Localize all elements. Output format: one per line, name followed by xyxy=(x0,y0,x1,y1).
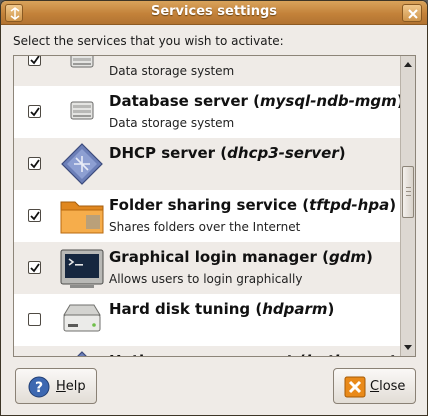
service-name: Database server (mysql-ndb-mgm) xyxy=(109,92,401,110)
help-label: elp xyxy=(65,379,86,394)
service-name: DHCP server (dhcp3-server) xyxy=(109,144,346,162)
help-mnemonic: H xyxy=(56,379,66,394)
service-title: DHCP server xyxy=(109,144,216,162)
service-name: Hard disk tuning (hdparm) xyxy=(109,300,335,318)
arrow-up-icon xyxy=(404,62,412,67)
service-checkbox[interactable] xyxy=(28,105,41,118)
services-list: Data storage system Database server (mysq… xyxy=(13,55,416,357)
checkmark-icon xyxy=(30,107,40,117)
service-row[interactable]: Hotkeys management (hotkey-setup) xyxy=(14,346,401,356)
service-name: Hotkeys management (hotkey-setup) xyxy=(109,352,401,356)
help-icon: ? xyxy=(28,376,50,398)
service-daemon: dhcp3-server xyxy=(227,144,339,162)
arrow-down-icon xyxy=(404,345,412,350)
drive-icon xyxy=(58,89,106,135)
network-diamond-icon xyxy=(58,349,106,356)
service-row[interactable]: Data storage system xyxy=(14,56,401,86)
service-row[interactable]: Hard disk tuning (hdparm) xyxy=(14,294,401,346)
scrollbar-thumb[interactable] xyxy=(402,166,414,218)
service-daemon: gdm xyxy=(328,248,367,266)
services-settings-window: Services settings Select the services th… xyxy=(0,0,428,416)
service-daemon: hotkey-setup xyxy=(306,352,401,356)
close-label: lose xyxy=(379,379,406,394)
close-x-icon xyxy=(344,376,366,398)
service-daemon: tftpd-hpa xyxy=(309,196,390,214)
checkmark-icon xyxy=(30,211,40,221)
service-checkbox[interactable] xyxy=(28,261,41,274)
scroll-down-button[interactable] xyxy=(401,341,415,355)
service-checkbox[interactable] xyxy=(28,56,41,66)
close-button[interactable]: Close xyxy=(333,368,416,404)
drive-icon xyxy=(58,56,106,83)
checkmark-icon xyxy=(30,56,40,65)
help-button[interactable]: ? Help xyxy=(15,368,97,404)
network-diamond-icon xyxy=(58,141,106,187)
close-icon xyxy=(408,9,418,19)
folder-icon xyxy=(58,193,106,239)
service-row[interactable]: Database server (mysql-ndb-mgm) Data stor… xyxy=(14,86,401,138)
service-checkbox[interactable] xyxy=(28,313,41,326)
services-list-rows: Data storage system Database server (mysq… xyxy=(14,56,401,356)
svg-text:?: ? xyxy=(35,380,43,396)
scroll-up-button[interactable] xyxy=(401,58,415,72)
service-row[interactable]: Graphical login manager (gdm) Allows user… xyxy=(14,242,401,294)
window-title: Services settings xyxy=(150,4,278,19)
terminal-icon xyxy=(58,245,106,291)
service-daemon: mysql-ndb-mgm xyxy=(259,92,397,110)
service-checkbox[interactable] xyxy=(28,209,41,222)
service-title: Hotkeys management xyxy=(109,352,294,356)
window-close-button[interactable] xyxy=(402,4,422,22)
service-title: Hard disk tuning xyxy=(109,300,251,318)
service-description: Shares folders over the Internet xyxy=(109,220,301,234)
title-bar[interactable]: Services settings xyxy=(1,1,427,25)
checkmark-icon xyxy=(30,263,40,273)
service-checkbox[interactable] xyxy=(28,157,41,170)
service-description: Allows users to login graphically xyxy=(109,272,303,286)
service-title: Database server xyxy=(109,92,248,110)
service-description: Data storage system xyxy=(109,64,235,78)
checkmark-icon xyxy=(30,159,40,169)
service-daemon: hdparm xyxy=(262,300,328,318)
service-name: Graphical login manager (gdm) xyxy=(109,248,373,266)
vertical-scrollbar[interactable] xyxy=(400,56,415,356)
service-row[interactable]: DHCP server (dhcp3-server) xyxy=(14,138,401,190)
harddisk-icon xyxy=(58,297,106,343)
service-title: Graphical login manager xyxy=(109,248,317,266)
service-title: Folder sharing service xyxy=(109,196,298,214)
service-name: Folder sharing service (tftpd-hpa) xyxy=(109,196,397,214)
service-description: Data storage system xyxy=(109,116,235,130)
service-row[interactable]: Folder sharing service (tftpd-hpa) Shares… xyxy=(14,190,401,242)
instructions-label: Select the services that you wish to act… xyxy=(13,34,284,48)
close-mnemonic: C xyxy=(370,379,380,394)
